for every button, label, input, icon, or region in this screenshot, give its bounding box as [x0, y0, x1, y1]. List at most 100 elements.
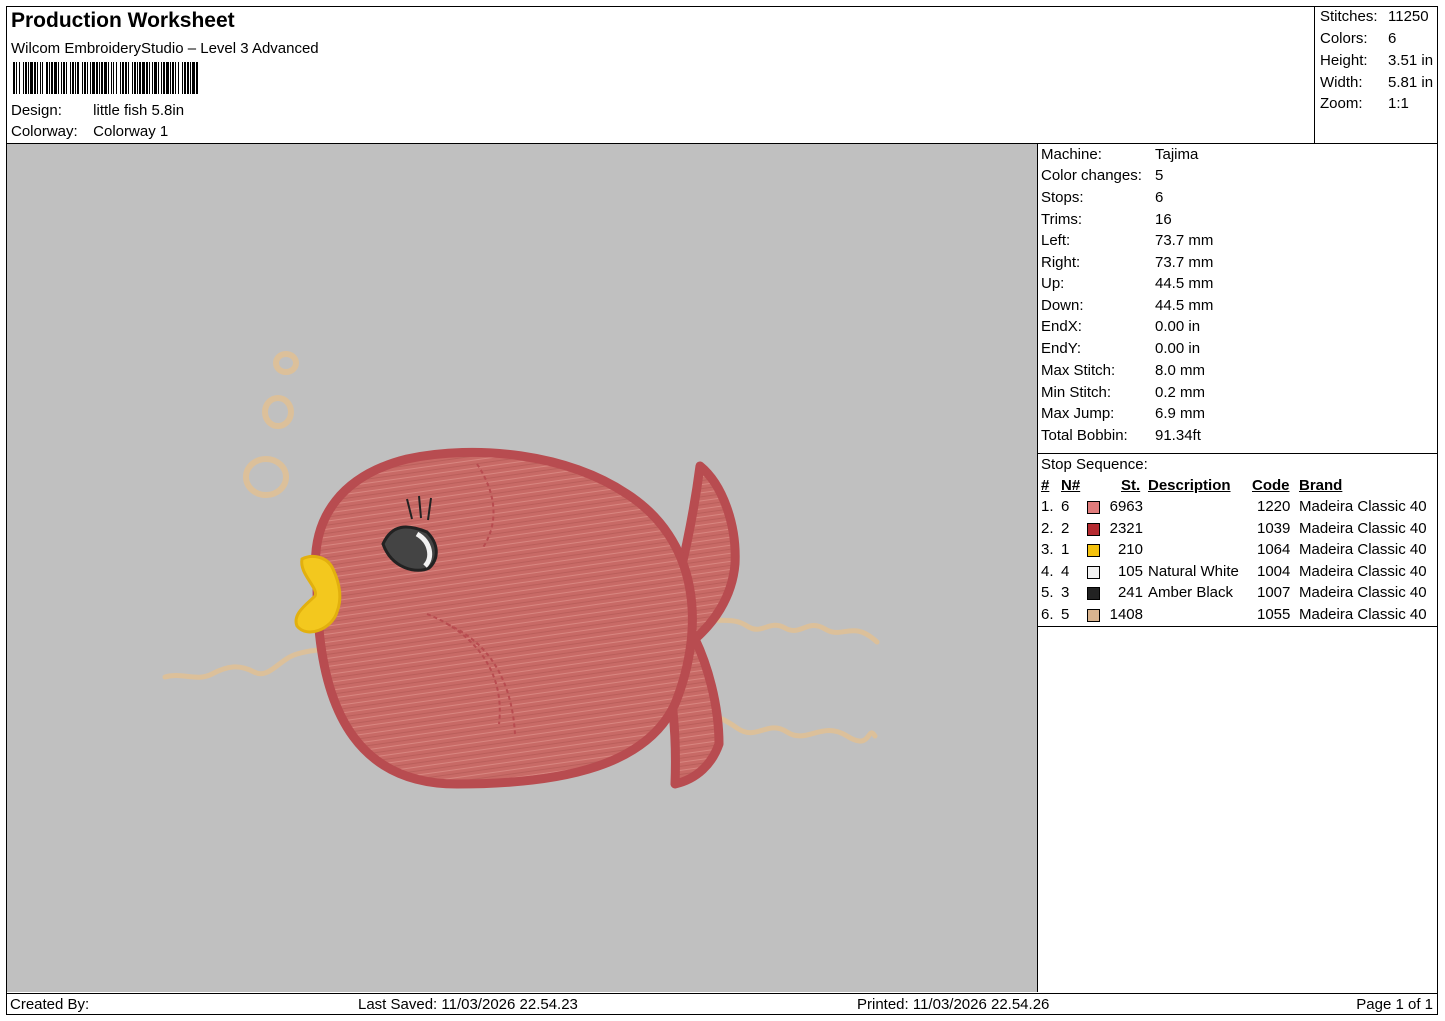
row-needle: 5: [1061, 606, 1070, 623]
design-stats: Stitches: 11250 Colors: 6 Height: 3.51 in W…: [1314, 7, 1438, 143]
water-line-right-top: [702, 614, 880, 645]
col-brand: Brand: [1299, 477, 1343, 494]
color-swatch: [1087, 522, 1100, 536]
row-stitches: 1408: [1109, 606, 1143, 623]
fish-beak: [294, 555, 342, 634]
info-row: Left: 73.7 mm: [1041, 232, 1213, 249]
row-code: 1064: [1257, 541, 1291, 559]
info-value: 16: [1155, 211, 1172, 228]
col-st: St.: [1121, 477, 1141, 494]
worksheet-header: Production Worksheet Wilcom EmbroiderySt…: [7, 7, 1437, 144]
stat-label: Height:: [1320, 52, 1368, 69]
info-label: Machine:: [1041, 146, 1102, 163]
col-num: #: [1041, 477, 1050, 494]
stop-sequence-row: 6. 5 1408 1055 Madeira Classic 40: [1038, 606, 1437, 626]
info-value: 5: [1155, 167, 1164, 184]
row-num: 5.: [1041, 584, 1054, 602]
water-line-left: [162, 646, 325, 680]
info-row: Down: 44.5 mm: [1041, 297, 1213, 314]
stop-sequence-header: # N# St. Description Code Brand: [1038, 477, 1437, 497]
info-label: Color changes:: [1041, 167, 1142, 184]
row-description: Natural White: [1148, 562, 1239, 580]
row-code: 1055: [1257, 606, 1291, 623]
row-code: 1004: [1257, 562, 1291, 580]
info-label: EndX:: [1041, 318, 1082, 335]
col-code: Code: [1252, 477, 1290, 494]
row-description: Amber Black: [1148, 584, 1234, 602]
row-code: 1039: [1257, 519, 1291, 537]
info-label: Stops:: [1041, 189, 1084, 206]
info-value: Tajima: [1155, 146, 1199, 163]
software-name: Wilcom EmbroideryStudio – Level 3 Advanc…: [11, 40, 319, 57]
stop-sequence-row: 4. 4 105 Natural White 1004 Madeira Classic 4…: [1038, 563, 1437, 583]
stat-label: Colors:: [1320, 30, 1368, 47]
info-row: Trims: 16: [1041, 211, 1172, 228]
row-needle: 6: [1061, 498, 1070, 515]
row-stitches: 210: [1117, 541, 1143, 559]
row-brand: Madeira Classic 40: [1299, 541, 1427, 559]
design-value: little fish 5.8in: [93, 102, 185, 119]
worksheet-footer: Created By: Last Saved: 11/03/2026 22.54…: [7, 993, 1437, 1015]
info-row: Machine: Tajima: [1041, 146, 1198, 163]
info-row: Max Stitch: 8.0 mm: [1041, 362, 1205, 379]
info-label: Up:: [1041, 275, 1065, 292]
info-value: 6.9 mm: [1155, 405, 1206, 422]
row-brand: Madeira Classic 40: [1299, 606, 1427, 623]
colorway-value: Colorway 1: [93, 123, 169, 140]
worksheet: Production Worksheet Wilcom EmbroiderySt…: [6, 6, 1438, 1015]
row-needle: 1: [1061, 541, 1070, 559]
stat-label: Zoom:: [1320, 95, 1363, 112]
page-title: Production Worksheet: [11, 9, 235, 32]
stop-sequence-row: 2. 2 2321 1039 Madeira Classic 40: [1038, 520, 1437, 540]
stat-value: 6: [1388, 30, 1397, 47]
info-value: 0.2 mm: [1155, 384, 1206, 401]
stat-value: 11250: [1388, 8, 1429, 25]
info-label: Total Bobbin:: [1041, 427, 1128, 444]
row-stitches: 105: [1117, 562, 1143, 580]
stat-label: Stitches:: [1320, 8, 1378, 25]
bubble-small: [273, 351, 299, 375]
design-preview: [7, 144, 1038, 992]
stat-value: 3.51 in: [1388, 52, 1434, 69]
row-brand: Madeira Classic 40: [1299, 498, 1427, 515]
stat-row: Stitches: 11250: [1320, 8, 1438, 25]
info-label: Max Jump:: [1041, 405, 1115, 422]
row-needle: 2: [1061, 519, 1070, 537]
stat-value: 5.81 in: [1388, 74, 1434, 91]
info-value: 44.5 mm: [1155, 297, 1214, 314]
barcode: [13, 62, 335, 94]
stat-row: Zoom: 1:1: [1320, 95, 1438, 112]
row-stitches: 6963: [1109, 498, 1143, 515]
colorway-label: Colorway:: [11, 123, 78, 140]
design-label: Design:: [11, 102, 62, 119]
stat-row: Width: 5.81 in: [1320, 74, 1438, 91]
info-row: Color changes: 5: [1041, 167, 1163, 184]
color-swatch: [1087, 609, 1100, 622]
bubble-medium: [262, 395, 294, 429]
divider: [1038, 626, 1437, 627]
row-num: 3.: [1041, 541, 1054, 559]
colorway-row: Colorway: Colorway 1: [11, 123, 168, 140]
stat-row: Colors: 6: [1320, 30, 1438, 47]
info-value: 44.5 mm: [1155, 275, 1214, 292]
created-by: Created By:: [10, 996, 90, 1013]
info-label: Min Stitch:: [1041, 384, 1112, 401]
info-value: 73.7 mm: [1155, 232, 1214, 249]
info-value: 73.7 mm: [1155, 254, 1214, 271]
col-description: Description: [1148, 477, 1231, 494]
info-row: EndY: 0.00 in: [1041, 340, 1200, 357]
info-value: 0.00 in: [1155, 318, 1201, 335]
color-swatch: [1087, 544, 1100, 558]
row-num: 1.: [1041, 498, 1054, 515]
bubbles: [243, 351, 299, 498]
divider: [1038, 453, 1437, 454]
last-saved: Last Saved: 11/03/2026 22.54.23: [358, 996, 578, 1013]
color-swatch: [1087, 587, 1100, 601]
stat-row: Height: 3.51 in: [1320, 52, 1438, 69]
row-brand: Madeira Classic 40: [1299, 519, 1427, 537]
color-swatch: [1087, 501, 1100, 514]
row-code: 1007: [1257, 584, 1291, 602]
stop-sequence-row: 3. 1 210 1064 Madeira Classic 40: [1038, 541, 1437, 561]
stat-value: 1:1: [1388, 95, 1409, 112]
info-label: Trims:: [1041, 211, 1083, 228]
